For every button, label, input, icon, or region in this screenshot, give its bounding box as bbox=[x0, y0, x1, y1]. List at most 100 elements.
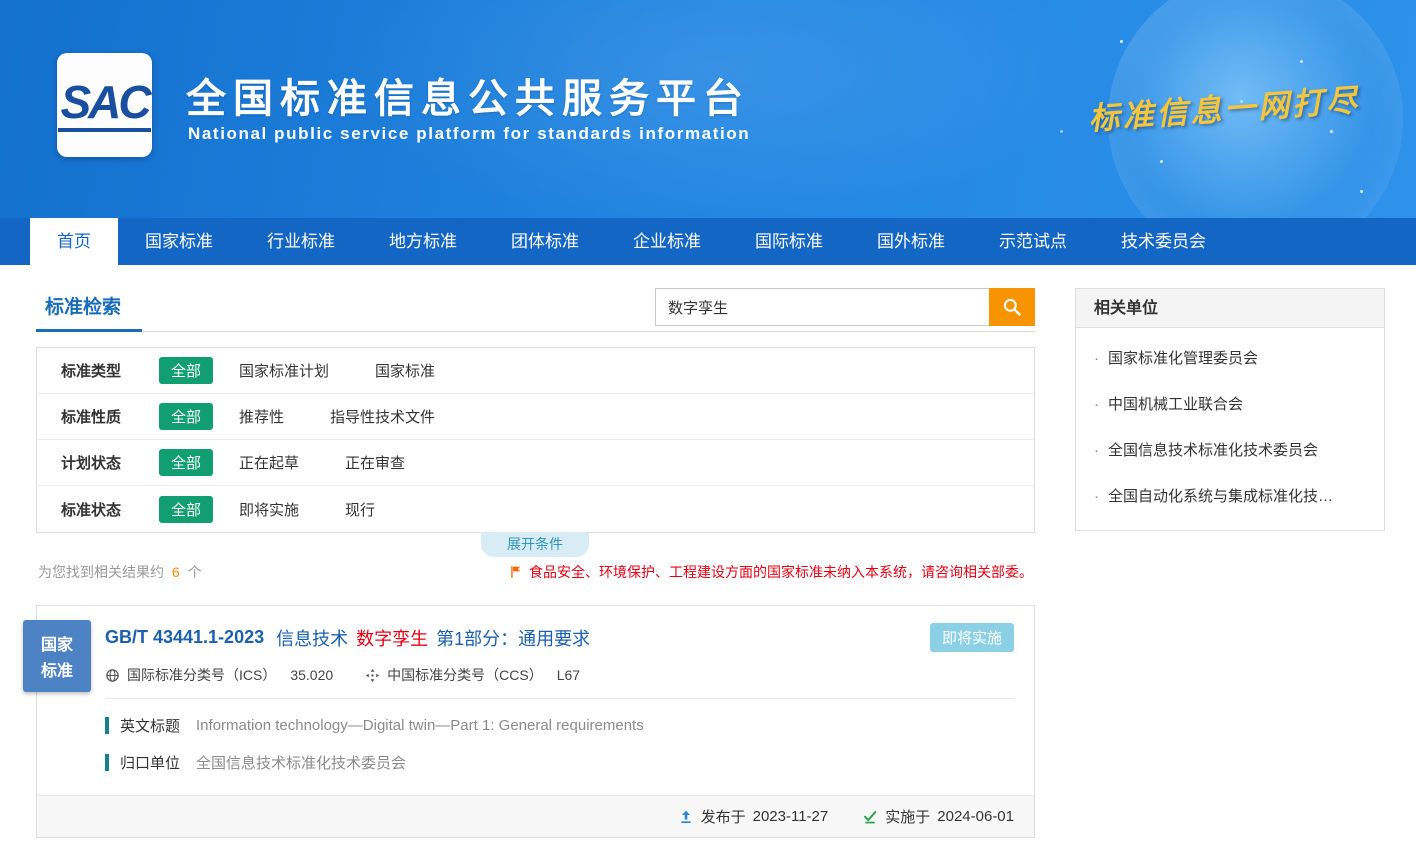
committee-label: 归口单位 bbox=[120, 752, 180, 773]
content-area: 标准检索 标准类型 全部 国家标准计划 国家标准 标准性质 全部 推荐性 指导性… bbox=[0, 265, 1416, 845]
teal-bar bbox=[105, 754, 109, 771]
standard-title-post: 第1部分：通用要求 bbox=[436, 625, 590, 651]
results-notice: 食品安全、环境保护、工程建设方面的国家标准未纳入本系统，请咨询相关部委。 bbox=[509, 562, 1033, 582]
filter-options: 即将实施 现行 bbox=[239, 499, 375, 520]
results-summary-prefix: 为您找到相关结果约 bbox=[38, 564, 164, 580]
ics-value: 35.020 bbox=[290, 667, 333, 683]
standard-type-badge-line2: 标准 bbox=[41, 657, 73, 681]
teal-bar bbox=[105, 717, 109, 734]
nav-item-foreign-standards[interactable]: 国外标准 bbox=[850, 218, 972, 265]
standard-code: GB/T 43441.1-2023 bbox=[105, 627, 264, 648]
ccs-label: 中国标准分类号（CCS） bbox=[387, 665, 543, 685]
results-summary-suffix: 个 bbox=[188, 564, 202, 580]
globe-icon bbox=[105, 668, 120, 683]
ics-label: 国际标准分类号（ICS） bbox=[127, 665, 276, 685]
filter-option[interactable]: 正在审查 bbox=[345, 452, 405, 473]
nav-item-group-standards[interactable]: 团体标准 bbox=[484, 218, 606, 265]
compass-icon bbox=[365, 668, 380, 683]
filter-row-label: 计划状态 bbox=[61, 452, 159, 473]
implement-date: 2024-06-01 bbox=[937, 808, 1014, 825]
filter-row-standard-nature: 标准性质 全部 推荐性 指导性技术文件 bbox=[37, 394, 1034, 440]
english-title-value: Information technology—Digital twin—Part… bbox=[196, 717, 644, 734]
search-box bbox=[655, 288, 1035, 326]
filter-row-standard-type: 标准类型 全部 国家标准计划 国家标准 bbox=[37, 348, 1034, 394]
search-input[interactable] bbox=[655, 288, 989, 326]
card-footer: 发布于 2023-11-27 实施于 2024-06-01 bbox=[37, 795, 1034, 837]
filter-option[interactable]: 正在起草 bbox=[239, 452, 299, 473]
filter-row-plan-status: 计划状态 全部 正在起草 正在审查 bbox=[37, 440, 1034, 486]
tab-divider-line bbox=[36, 331, 1035, 332]
filter-option[interactable]: 国家标准计划 bbox=[239, 360, 329, 381]
main-nav: 首页 国家标准 行业标准 地方标准 团体标准 企业标准 国际标准 国外标准 示范… bbox=[0, 218, 1416, 265]
filter-options: 推荐性 指导性技术文件 bbox=[239, 406, 435, 427]
publish-date: 2023-11-27 bbox=[753, 808, 829, 825]
filter-option-all[interactable]: 全部 bbox=[159, 496, 213, 523]
filter-row-label: 标准状态 bbox=[61, 499, 159, 520]
filter-option[interactable]: 推荐性 bbox=[239, 406, 284, 427]
nav-item-international-standards[interactable]: 国际标准 bbox=[728, 218, 850, 265]
standard-title-link[interactable]: GB/T 43441.1-2023 信息技术 数字孪生 第1部分：通用要求 bbox=[105, 625, 590, 651]
nav-item-home[interactable]: 首页 bbox=[30, 218, 118, 265]
nav-item-national-standards[interactable]: 国家标准 bbox=[118, 218, 240, 265]
filter-option[interactable]: 国家标准 bbox=[375, 360, 435, 381]
results-notice-text: 食品安全、环境保护、工程建设方面的国家标准未纳入本系统，请咨询相关部委。 bbox=[529, 562, 1033, 582]
standard-title-pre: 信息技术 bbox=[276, 625, 348, 651]
check-icon bbox=[862, 809, 878, 825]
nav-item-enterprise-standards[interactable]: 企业标准 bbox=[606, 218, 728, 265]
flag-icon bbox=[509, 564, 523, 580]
nav-item-industry-standards[interactable]: 行业标准 bbox=[240, 218, 362, 265]
tab-active-underline bbox=[36, 329, 142, 332]
filter-options: 国家标准计划 国家标准 bbox=[239, 360, 435, 381]
standard-title-highlight: 数字孪生 bbox=[356, 625, 428, 651]
sidebar-item-automation-systems-committee[interactable]: 全国自动化系统与集成标准化技… bbox=[1076, 474, 1384, 520]
results-count: 6 bbox=[172, 564, 180, 580]
ccs-classification: 中国标准分类号（CCS） L67 bbox=[365, 665, 580, 685]
sparkle-decoration bbox=[1120, 40, 1123, 43]
search-button[interactable] bbox=[989, 288, 1035, 326]
sac-logo-text: SAC bbox=[58, 78, 150, 132]
nav-item-pilot-demonstration[interactable]: 示范试点 bbox=[972, 218, 1094, 265]
committee-value: 全国信息技术标准化技术委员会 bbox=[196, 752, 406, 773]
expand-conditions-button[interactable]: 展开条件 bbox=[481, 532, 589, 557]
filter-option-all[interactable]: 全部 bbox=[159, 357, 213, 384]
status-badge: 即将实施 bbox=[930, 623, 1014, 652]
nav-item-technical-committees[interactable]: 技术委员会 bbox=[1094, 218, 1233, 265]
filter-option[interactable]: 即将实施 bbox=[239, 499, 299, 520]
filter-option[interactable]: 指导性技术文件 bbox=[330, 406, 435, 427]
tab-standard-search[interactable]: 标准检索 bbox=[45, 292, 121, 319]
filter-option[interactable]: 现行 bbox=[345, 499, 375, 520]
sac-logo[interactable]: SAC bbox=[57, 53, 152, 157]
english-title-row: 英文标题 Information technology—Digital twin… bbox=[105, 715, 1014, 736]
search-icon bbox=[1002, 297, 1022, 317]
sidebar-item-sac[interactable]: 国家标准化管理委员会 bbox=[1076, 336, 1384, 382]
standard-type-badge-line1: 国家 bbox=[41, 631, 73, 655]
filter-panel: 标准类型 全部 国家标准计划 国家标准 标准性质 全部 推荐性 指导性技术文件 … bbox=[36, 347, 1035, 533]
implement-label: 实施于 bbox=[885, 806, 930, 827]
filter-row-standard-status: 标准状态 全部 即将实施 现行 bbox=[37, 486, 1034, 532]
nav-item-local-standards[interactable]: 地方标准 bbox=[362, 218, 484, 265]
result-card: 国家 标准 GB/T 43441.1-2023 信息技术 数字孪生 第1部分：通… bbox=[36, 605, 1035, 838]
classification-meta-row: 国际标准分类号（ICS） 35.020 中国标准分类号（CCS） L67 bbox=[105, 665, 1014, 699]
standard-type-badge: 国家 标准 bbox=[23, 620, 91, 692]
sidebar-item-it-standardization-committee[interactable]: 全国信息技术标准化技术委员会 bbox=[1076, 428, 1384, 474]
card-body: GB/T 43441.1-2023 信息技术 数字孪生 第1部分：通用要求 即将… bbox=[37, 606, 1034, 773]
sidebar-item-machinery-federation[interactable]: 中国机械工业联合会 bbox=[1076, 382, 1384, 428]
filter-option-all[interactable]: 全部 bbox=[159, 449, 213, 476]
site-subtitle: National public service platform for sta… bbox=[188, 124, 750, 144]
filter-options: 正在起草 正在审查 bbox=[239, 452, 405, 473]
publish-info: 发布于 2023-11-27 bbox=[678, 806, 829, 827]
implement-info: 实施于 2024-06-01 bbox=[862, 806, 1014, 827]
filter-option-all[interactable]: 全部 bbox=[159, 403, 213, 430]
results-summary: 为您找到相关结果约 6 个 bbox=[38, 562, 202, 582]
committee-row: 归口单位 全国信息技术标准化技术委员会 bbox=[105, 752, 1014, 773]
publish-label: 发布于 bbox=[701, 806, 746, 827]
publish-icon bbox=[678, 809, 694, 825]
site-header: SAC 全国标准信息公共服务平台 National public service… bbox=[0, 0, 1416, 218]
ics-classification: 国际标准分类号（ICS） 35.020 bbox=[105, 665, 333, 685]
sidebar-title: 相关单位 bbox=[1076, 289, 1384, 328]
related-units-panel: 相关单位 国家标准化管理委员会 中国机械工业联合会 全国信息技术标准化技术委员会… bbox=[1075, 288, 1385, 531]
card-title-row: GB/T 43441.1-2023 信息技术 数字孪生 第1部分：通用要求 即将… bbox=[105, 623, 1014, 652]
sidebar-list: 国家标准化管理委员会 中国机械工业联合会 全国信息技术标准化技术委员会 全国自动… bbox=[1076, 328, 1384, 530]
english-title-label: 英文标题 bbox=[120, 715, 180, 736]
ccs-value: L67 bbox=[557, 667, 580, 683]
